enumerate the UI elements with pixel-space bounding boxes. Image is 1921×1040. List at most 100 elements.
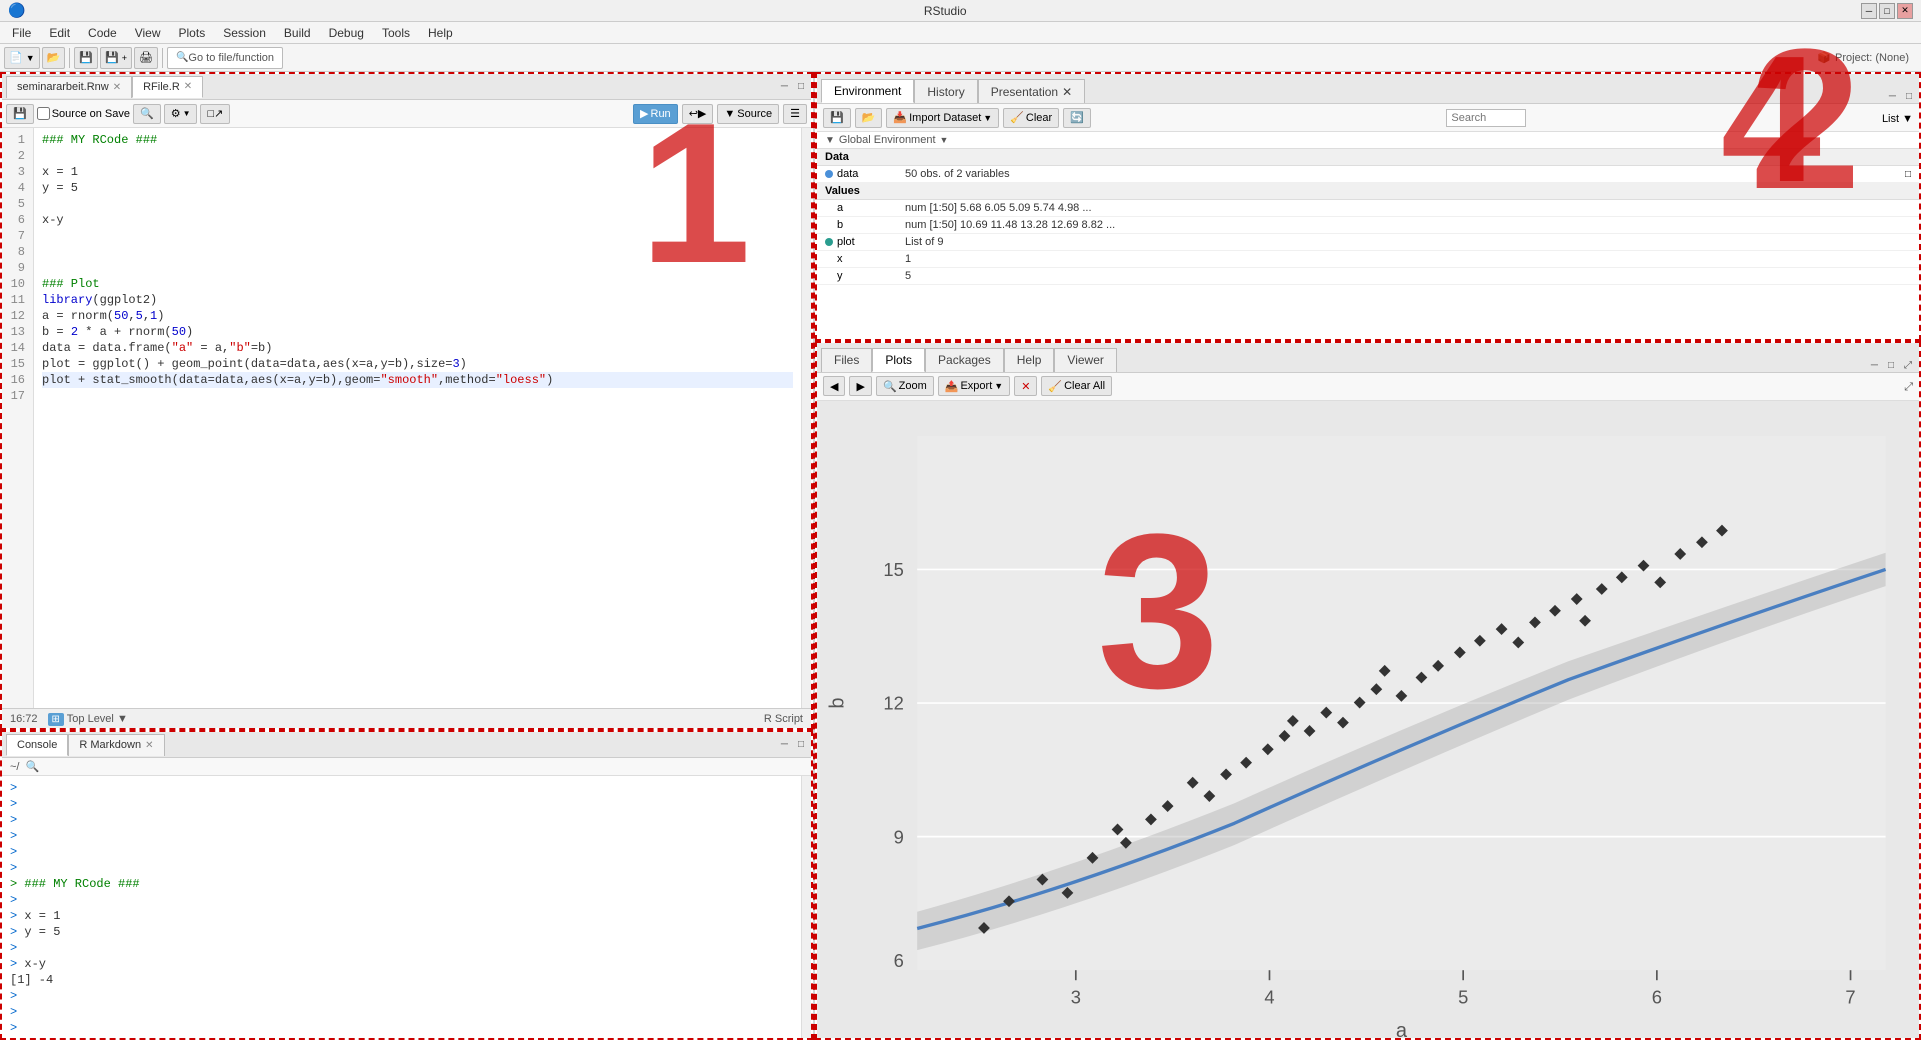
search-icon: 🔍: [176, 52, 188, 63]
save-all-icon: 💾: [105, 51, 119, 64]
plot-pane: Files Plots Packages Help Viewer ─ □ ⤢: [815, 341, 1921, 1040]
close-rmarkdown-btn[interactable]: ✕: [145, 740, 153, 751]
code-area[interactable]: 12345 678910 1112131415 1617 ### MY RCod…: [2, 128, 811, 708]
x-tick-1: 3: [1071, 986, 1081, 1007]
global-env-bar[interactable]: ▼ Global Environment ▼: [817, 132, 1919, 149]
save-editor-btn[interactable]: 💾: [6, 104, 34, 124]
editor-settings-btn[interactable]: ⚙▼: [164, 104, 198, 124]
refresh-env-btn[interactable]: 🔄: [1063, 108, 1091, 128]
clear-all-btn[interactable]: 🧹 Clear All: [1041, 376, 1112, 396]
menu-build[interactable]: Build: [276, 24, 319, 42]
close-btn[interactable]: ✕: [1897, 3, 1913, 19]
env-maximize-btn[interactable]: □: [1903, 90, 1915, 103]
zoom-btn[interactable]: 🔍 Zoom: [876, 376, 934, 396]
save-env-btn[interactable]: 💾: [823, 108, 851, 128]
editor-minimize-btn[interactable]: ─: [778, 80, 791, 93]
next-plot-btn[interactable]: ▶: [849, 376, 871, 396]
go-to-file-btn[interactable]: 🔍 Go to file/function: [167, 47, 283, 69]
editor-tab-bar: seminararbeit.Rnw ✕ RFile.R ✕ ─ □: [2, 74, 811, 100]
menu-edit[interactable]: Edit: [41, 24, 78, 42]
close-seminararbeit-btn[interactable]: ✕: [113, 82, 121, 93]
global-env-arrow: ▼: [825, 135, 835, 146]
tab-files-label: Files: [834, 353, 859, 367]
tab-seminararbeit[interactable]: seminararbeit.Rnw ✕: [6, 76, 132, 98]
y-axis-label: b: [827, 697, 849, 708]
tab-files[interactable]: Files: [821, 348, 872, 372]
menu-code[interactable]: Code: [80, 24, 125, 42]
re-run-btn[interactable]: ↩▶: [682, 104, 714, 124]
tab-presentation-label: Presentation: [991, 85, 1058, 99]
editor-maximize-btn[interactable]: □: [795, 80, 807, 93]
plot-minimize-btn[interactable]: ─: [1868, 359, 1881, 372]
tab-packages[interactable]: Packages: [925, 348, 1004, 372]
open-file-btn[interactable]: 📂: [42, 47, 66, 69]
source-on-save-label[interactable]: Source on Save: [37, 107, 130, 120]
env-x-value: 1: [905, 253, 1911, 265]
console-content[interactable]: > > > > > > > ### MY RCode ### > > x = 1…: [2, 776, 801, 1038]
env-a-name: a: [825, 202, 905, 214]
env-search-input[interactable]: [1446, 109, 1526, 127]
y-tick-2: 9: [894, 826, 904, 847]
export-icon: 📤: [945, 380, 959, 393]
close-rfile-btn[interactable]: ✕: [184, 81, 192, 92]
load-env-btn[interactable]: 📂: [855, 108, 883, 128]
tab-help[interactable]: Help: [1004, 348, 1055, 372]
prev-plot-btn[interactable]: ◀: [823, 376, 845, 396]
context-arrow: ▼: [117, 713, 128, 725]
save-btn[interactable]: 💾: [74, 47, 98, 69]
tab-rmarkdown[interactable]: R Markdown ✕: [68, 734, 164, 756]
console-maximize-btn[interactable]: □: [795, 738, 807, 751]
menu-help[interactable]: Help: [420, 24, 461, 42]
close-presentation-btn[interactable]: ✕: [1062, 85, 1072, 99]
window-controls[interactable]: ─ □ ✕: [1861, 3, 1913, 19]
env-minimize-btn[interactable]: ─: [1886, 90, 1899, 103]
tab-environment[interactable]: Environment: [821, 79, 914, 103]
menu-view[interactable]: View: [127, 24, 169, 42]
app-title: RStudio: [29, 4, 1861, 18]
values-section-header: Values: [817, 183, 1919, 200]
import-dataset-btn[interactable]: 📥 Import Dataset ▼: [886, 108, 999, 128]
maximize-btn[interactable]: □: [1879, 3, 1895, 19]
tab-history[interactable]: History: [914, 79, 977, 103]
tab-plots[interactable]: Plots: [872, 348, 925, 372]
list-view-btn[interactable]: List ▼: [1882, 111, 1913, 125]
save-all-btn[interactable]: 💾+: [100, 47, 132, 69]
delete-plot-btn[interactable]: ✕: [1014, 376, 1037, 396]
env-y-name: y: [825, 270, 905, 282]
plot-tab-bar: Files Plots Packages Help Viewer ─ □ ⤢: [817, 343, 1919, 373]
menu-debug[interactable]: Debug: [321, 24, 372, 42]
x-tick-5: 7: [1845, 986, 1855, 1007]
plot-publish-btn[interactable]: ⤢: [1904, 379, 1913, 394]
scatter-plot: 6 9 12 15 b 3 4 5 6 7 a: [817, 401, 1919, 1038]
code-content[interactable]: ### MY RCode ### x = 1 y = 5 x-y ### Plo…: [34, 128, 801, 708]
menu-plots[interactable]: Plots: [171, 24, 214, 42]
export-btn[interactable]: 📤 Export ▼: [938, 376, 1010, 396]
console-minimize-btn[interactable]: ─: [778, 738, 791, 751]
tab-viewer[interactable]: Viewer: [1054, 348, 1116, 372]
search-editor-btn[interactable]: 🔍: [133, 104, 161, 124]
plot-maximize-btn[interactable]: □: [1885, 359, 1897, 372]
editor-options-btn[interactable]: ☰: [783, 104, 807, 124]
tab-presentation[interactable]: Presentation ✕: [978, 79, 1085, 103]
menu-tools[interactable]: Tools: [374, 24, 418, 42]
expand-data-btn[interactable]: □: [1905, 169, 1911, 180]
env-tab-bar: Environment History Presentation ✕ ─ □: [817, 74, 1919, 104]
env-y-value: 5: [905, 270, 1911, 282]
source-btn[interactable]: ▼ Source: [717, 104, 779, 124]
x-tick-2: 4: [1264, 986, 1274, 1007]
show-in-new-window-btn[interactable]: □↗: [200, 104, 230, 124]
source-on-save-checkbox[interactable]: [37, 107, 50, 120]
new-file-btn[interactable]: 📄 ▼: [4, 47, 40, 69]
editor-scrollbar[interactable]: [801, 128, 811, 708]
run-btn[interactable]: ▶ Run: [633, 104, 678, 124]
console-scrollbar[interactable]: [801, 776, 811, 1038]
menu-session[interactable]: Session: [215, 24, 274, 42]
clear-env-btn[interactable]: 🧹 Clear: [1003, 108, 1059, 128]
minimize-btn[interactable]: ─: [1861, 3, 1877, 19]
tab-console[interactable]: Console: [6, 734, 68, 756]
plot-fullscreen-btn[interactable]: ⤢: [1901, 359, 1915, 372]
import-icon: 📥: [893, 111, 907, 124]
menu-file[interactable]: File: [4, 24, 39, 42]
tab-rfile[interactable]: RFile.R ✕: [132, 76, 203, 98]
print-btn[interactable]: 🖨: [134, 47, 158, 69]
